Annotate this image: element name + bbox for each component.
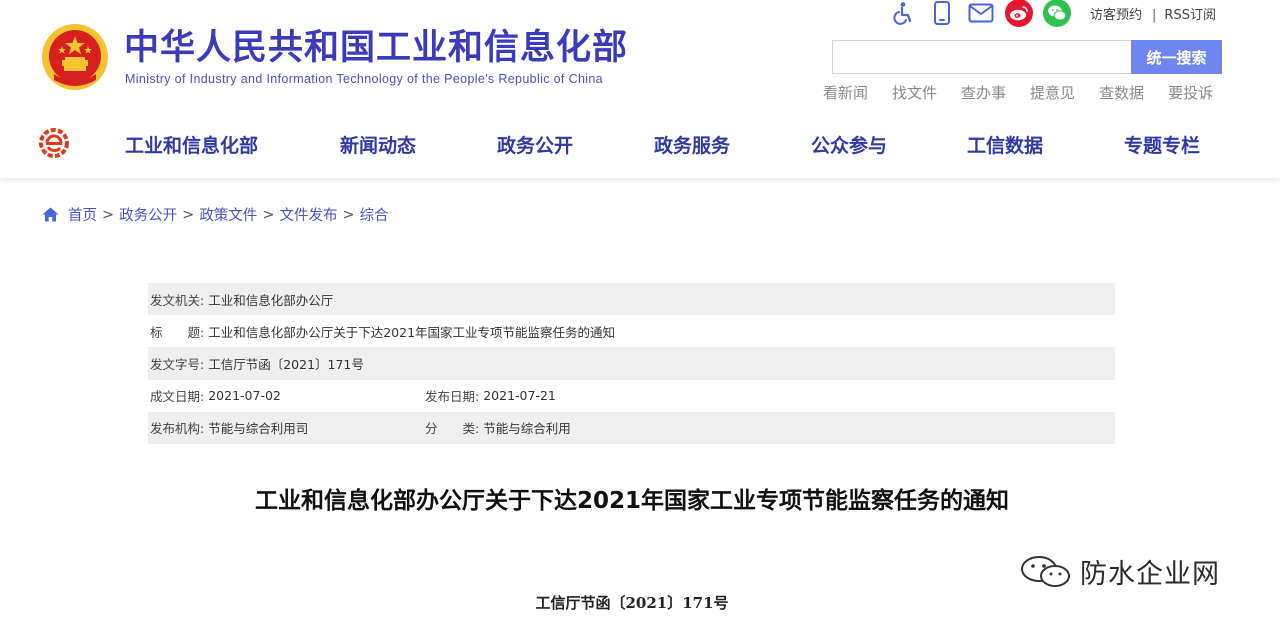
quick-link-services[interactable]: 查办事 (961, 82, 1006, 103)
top-links: 访客预约 | RSS订阅 (1090, 4, 1216, 23)
document-info-table: 发文机关: 工业和信息化部办公厅 标 题: 工业和信息化部办公厅关于下达2021… (148, 283, 1115, 444)
document-heading: 工业和信息化部办公厅关于下达2021年国家工业专项节能监察任务的通知 (254, 488, 1009, 514)
breadcrumb-separator: > (262, 206, 275, 223)
quick-link-files[interactable]: 找文件 (892, 82, 937, 103)
doc-number-value: 工信厅节函〔2021〕171号 (208, 356, 364, 372)
document-number: 工信厅节函〔2021〕171号 (535, 594, 729, 612)
watermark-text: 防水企业网 (1080, 559, 1220, 590)
quick-link-news[interactable]: 看新闻 (823, 82, 868, 103)
visitor-appointment-link[interactable]: 访客预约 (1090, 4, 1142, 23)
issuer-label: 发文机关: (150, 292, 205, 308)
search-input[interactable] (833, 41, 1131, 73)
wechat-icon[interactable] (1043, 0, 1071, 27)
written-date-value: 2021-07-02 (208, 388, 281, 404)
site-subtitle: Ministry of Industry and Information Tec… (125, 72, 603, 86)
link-separator: | (1152, 8, 1157, 23)
info-row-title: 标 题: 工业和信息化部办公厅关于下达2021年国家工业专项节能监察任务的通知 (148, 315, 1115, 347)
written-date-label: 成文日期: (150, 389, 205, 405)
site-title: 中华人民共和国工业和信息化部 (124, 28, 629, 68)
quick-links: 看新闻 找文件 查办事 提意见 查数据 要投诉 (823, 82, 1213, 103)
nav-item-news[interactable]: 新闻动态 (340, 131, 416, 158)
info-row-doc-number: 发文字号: 工信厅节函〔2021〕171号 (148, 347, 1115, 380)
info-row-agency: 发布机构: 节能与综合利用司 分 类: 节能与综合利用 (148, 411, 1115, 444)
quick-link-feedback[interactable]: 提意见 (1030, 82, 1075, 103)
rss-link[interactable]: RSS订阅 (1164, 4, 1216, 23)
info-row-issuer: 发文机关: 工业和信息化部办公厅 (148, 283, 1115, 316)
breadcrumb-separator: > (342, 206, 355, 223)
accessibility-icon[interactable] (888, 0, 918, 26)
info-row-dates: 成文日期: 2021-07-02 发布日期: 2021-07-21 (148, 380, 1115, 412)
publish-date-label: 发布日期: (425, 389, 480, 405)
title-value: 工业和信息化部办公厅关于下达2021年国家工业专项节能监察任务的通知 (208, 324, 616, 340)
quick-link-complaint[interactable]: 要投诉 (1168, 82, 1213, 103)
main-nav: 工业和信息化部 新闻动态 政务公开 政务服务 公众参与 工信数据 专题专栏 (0, 112, 1280, 178)
nav-item-data[interactable]: 工信数据 (967, 131, 1043, 158)
weibo-icon[interactable] (1005, 0, 1033, 27)
breadcrumb-separator: > (102, 206, 115, 223)
home-icon[interactable] (42, 207, 59, 222)
category-label: 分 类: (425, 421, 480, 437)
category-value: 节能与综合利用 (483, 421, 571, 437)
breadcrumb-general[interactable]: 综合 (360, 204, 389, 225)
breadcrumb-government-affairs[interactable]: 政务公开 (119, 204, 177, 225)
publish-date-value: 2021-07-21 (483, 388, 556, 404)
nav-item-government-affairs[interactable]: 政务公开 (497, 131, 573, 158)
breadcrumb-home[interactable]: 首页 (68, 204, 97, 225)
site-header: 中华人民共和国工业和信息化部 Ministry of Industry and … (0, 0, 1280, 112)
agency-label: 发布机构: (150, 421, 205, 437)
search-button[interactable]: 统一搜索 (1131, 40, 1222, 74)
national-emblem-icon[interactable] (40, 22, 110, 92)
nav-item-special-topics[interactable]: 专题专栏 (1124, 131, 1200, 158)
miit-logo-icon[interactable] (38, 127, 70, 159)
breadcrumb-file-release[interactable]: 文件发布 (279, 204, 337, 225)
title-label: 标 题: (150, 324, 205, 340)
agency-value: 节能与综合利用司 (208, 421, 309, 437)
issuer-value: 工业和信息化部办公厅 (208, 292, 334, 308)
mail-icon[interactable] (966, 0, 996, 26)
top-icon-bar (888, 0, 1081, 27)
search-box: 统一搜索 (832, 40, 1222, 74)
mobile-icon[interactable] (927, 0, 957, 26)
nav-item-government-services[interactable]: 政务服务 (654, 131, 730, 158)
wechat-watermark-icon (1021, 555, 1070, 587)
breadcrumb: 首页 > 政务公开 > 政策文件 > 文件发布 > 综合 (42, 204, 389, 225)
doc-number-label: 发文字号: (150, 356, 205, 372)
nav-item-public-participation[interactable]: 公众参与 (811, 131, 887, 158)
watermark: 防水企业网 (1020, 552, 1220, 591)
quick-link-data[interactable]: 查数据 (1099, 82, 1144, 103)
breadcrumb-policy-files[interactable]: 政策文件 (199, 204, 257, 225)
nav-item-ministry[interactable]: 工业和信息化部 (125, 131, 258, 158)
breadcrumb-separator: > (182, 206, 195, 223)
